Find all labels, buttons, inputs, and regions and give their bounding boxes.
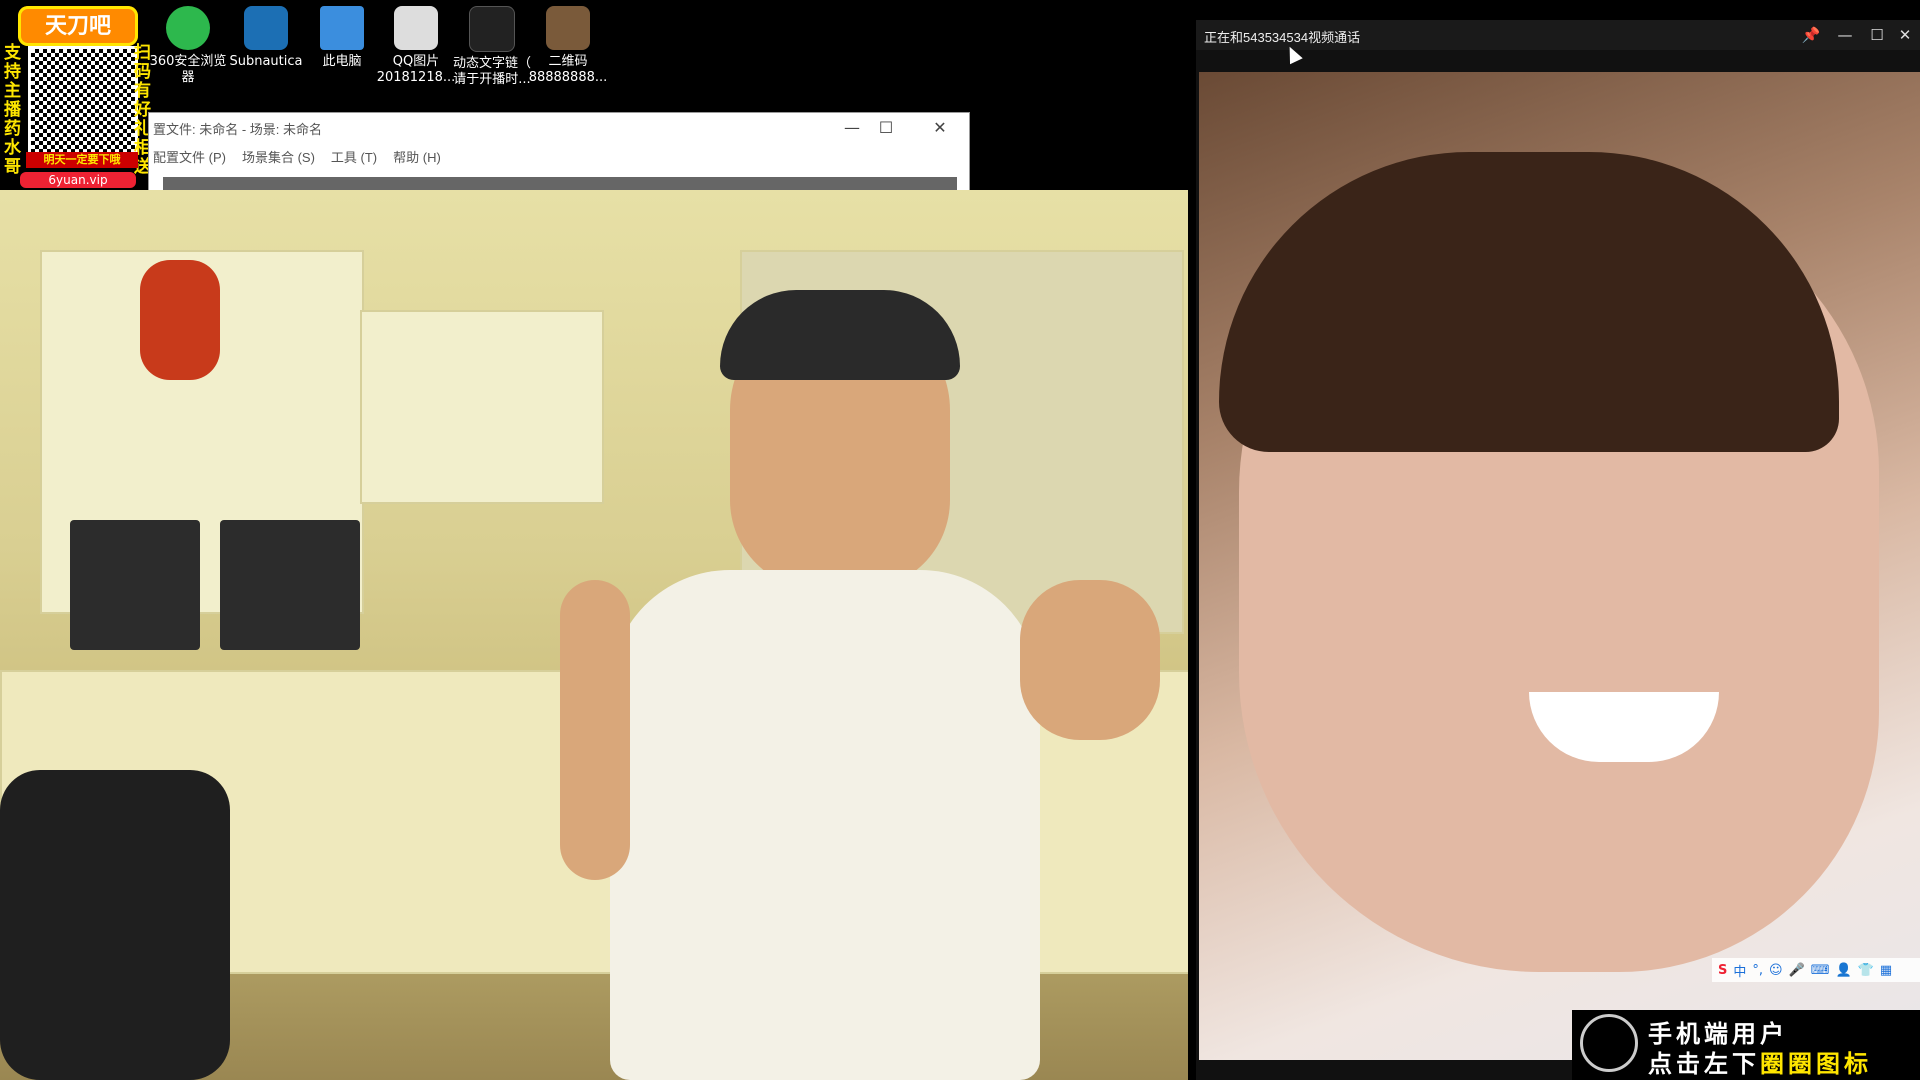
pin-icon[interactable]: 📌 [1796, 22, 1826, 48]
promo-left-text: 支持主播药水哥 [4, 43, 21, 177]
obs-minimize-button[interactable]: — [835, 115, 869, 141]
obs-preview-strip [163, 177, 957, 191]
desktop-icon-text-link[interactable]: 动态文字链（ 请于开播时... [452, 6, 532, 88]
streamer-hair [720, 290, 960, 380]
streamer-arm-right [1020, 580, 1160, 740]
qr-code-image [28, 46, 138, 156]
obs-menu-bar: 配置文件 (P) 场景集合 (S) 工具 (T) 帮助 (H) [153, 147, 441, 166]
mobile-hint-line2-a: 点击左下 [1648, 1050, 1760, 1078]
sogou-icon[interactable]: S [1718, 963, 1727, 978]
promo-banner: 天刀吧 [18, 6, 138, 46]
mobile-hint-overlay: 手机端用户 点击左下圈圈图标 [1572, 1010, 1920, 1080]
gaming-chair [0, 770, 230, 1080]
desktop-icon-qq-image[interactable]: QQ图片 20181218... [376, 6, 456, 86]
ime-toolbar[interactable]: S 中 °, ☺ 🎤 ⌨ 👤 👕 ▦ [1712, 958, 1920, 982]
desktop-icon-360-browser[interactable]: 360安全浏览 器 [148, 6, 228, 86]
promo-url: 6yuan.vip [20, 172, 136, 188]
video-call-window[interactable]: 正在和543534534视频通话 📌 — ☐ ✕ [1196, 20, 1920, 1080]
emoji-icon[interactable]: ☺ [1769, 963, 1783, 978]
skin-icon[interactable]: 👕 [1858, 963, 1874, 978]
call-minimize-button[interactable]: — [1830, 22, 1860, 48]
call-close-button[interactable]: ✕ [1890, 22, 1920, 48]
obs-close-button[interactable]: ✕ [923, 115, 957, 141]
qrcode-file-icon [546, 6, 590, 50]
desktop-icon-this-pc[interactable]: 此电脑 [302, 6, 382, 70]
obs-window-title: 置文件: 未命名 - 场景: 未命名 [153, 122, 323, 137]
mobile-hint-line2: 点击左下圈圈图标 [1648, 1044, 1872, 1079]
user-icon[interactable]: 👤 [1836, 963, 1852, 978]
mobile-hint-line2-b: 圈圈图标 [1760, 1050, 1872, 1078]
red-hat-object [140, 260, 220, 380]
speaker-left [70, 520, 200, 650]
shelf-middle [360, 310, 604, 504]
remote-person-hair [1219, 152, 1839, 452]
microphone-icon[interactable]: 🎤 [1789, 963, 1805, 978]
desktop-icon-qrcode[interactable]: 二维码 88888888... [528, 6, 608, 86]
promo-qr-block: 天刀吧 支持主播药水哥 扫码有好礼相送 明天一定要下哦 6yuan.vip [0, 0, 155, 190]
speaker-right [220, 520, 360, 650]
obs-maximize-button[interactable]: ☐ [869, 115, 903, 141]
call-window-title: 正在和543534534视频通话 [1204, 30, 1361, 45]
computer-icon [320, 6, 364, 50]
menu-tools[interactable]: 工具 (T) [331, 147, 377, 166]
call-maximize-button[interactable]: ☐ [1862, 22, 1892, 48]
streamer-tank-top [610, 570, 1040, 1080]
subnautica-icon [244, 6, 288, 50]
menu-help[interactable]: 帮助 (H) [393, 147, 441, 166]
webcam-video-feed [0, 190, 1188, 1080]
image-file-icon [394, 6, 438, 50]
keyboard-icon[interactable]: ⌨ [1811, 963, 1830, 978]
desktop-icon-subnautica[interactable]: Subnautica [226, 6, 306, 70]
punctuation-icon[interactable]: °, [1752, 963, 1763, 978]
chinese-mode-icon[interactable]: 中 [1733, 961, 1746, 980]
obs-window[interactable]: 置文件: 未命名 - 场景: 未命名 — ☐ ✕ 配置文件 (P) 场景集合 (… [148, 112, 970, 192]
toolbox-icon[interactable]: ▦ [1880, 963, 1892, 978]
promo-bottom-text: 明天一定要下哦 [26, 152, 138, 168]
menu-scene-collection[interactable]: 场景集合 (S) [242, 147, 315, 166]
streamer-arm-left [560, 580, 630, 880]
menu-profile[interactable]: 配置文件 (P) [153, 147, 226, 166]
text-file-icon [469, 6, 515, 52]
call-remote-video [1199, 72, 1920, 1060]
circle-icon[interactable] [1580, 1014, 1638, 1072]
browser-360-icon [166, 6, 210, 50]
